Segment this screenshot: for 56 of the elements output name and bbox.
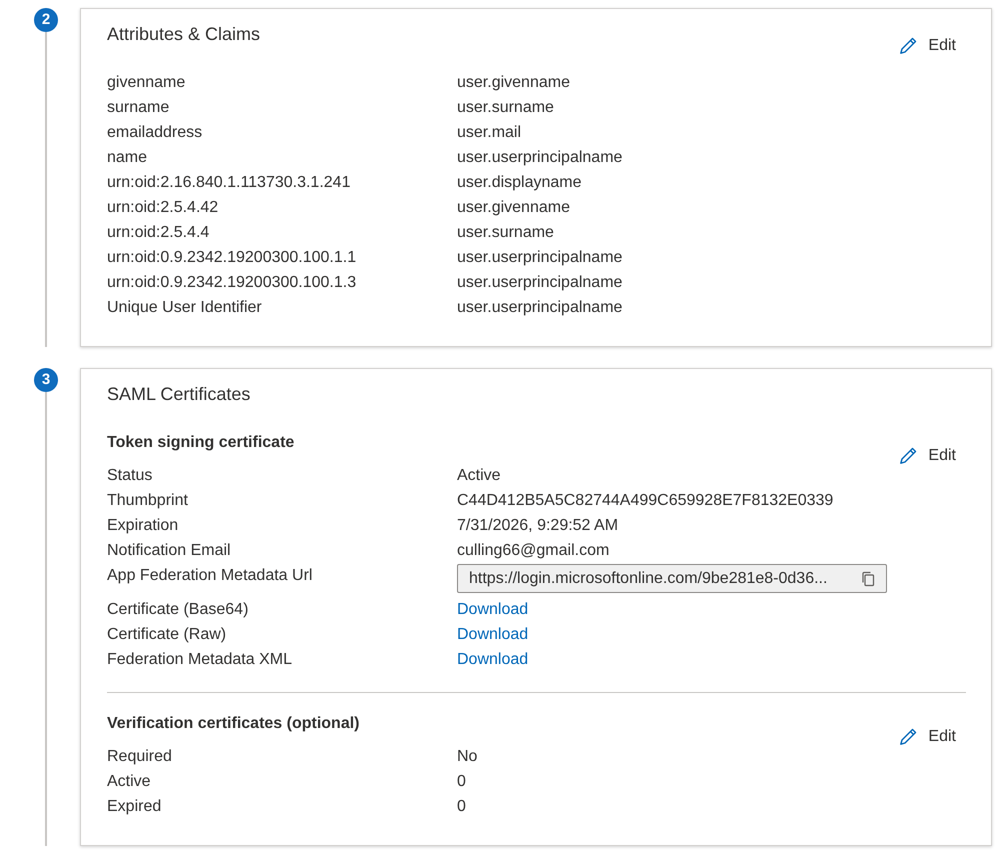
field-value: user.surname <box>457 98 554 118</box>
field-value: user.displayname <box>457 173 582 193</box>
copy-icon[interactable] <box>861 570 875 586</box>
download-link[interactable]: Download <box>457 597 528 622</box>
url-field[interactable]: https://login.microsoftonline.com/9be281e8-0d36... <box>457 564 887 593</box>
field-label: surname <box>107 98 170 118</box>
field-label: givenname <box>107 73 186 93</box>
field-label: urn:oid:2.16.840.1.113730.3.1.241 <box>107 173 352 193</box>
field-label: urn:oid:0.9.2342.19200300.100.1.3 <box>107 273 358 293</box>
edit-button[interactable]: Edit <box>898 444 956 468</box>
field-value: user.mail <box>457 123 522 143</box>
field-value: 0 <box>457 772 466 792</box>
field-value: user.givenname <box>457 198 570 218</box>
field-label: Certificate (Base64) <box>107 600 250 620</box>
field-value: user.surname <box>457 223 554 243</box>
field-value: 7/31/2026, 9:29:52 AM <box>457 516 618 536</box>
section-title: Attributes & Claims <box>107 23 260 46</box>
field-value: No <box>457 747 478 767</box>
field-label: Notification Email <box>107 541 232 561</box>
field-value: user.userprincipalname <box>457 273 622 293</box>
group-heading: Token signing certificate <box>107 433 294 453</box>
field-label: name <box>107 148 148 168</box>
field-label: emailaddress <box>107 123 204 143</box>
field-label: Expiration <box>107 516 180 536</box>
download-link[interactable]: Download <box>457 647 528 672</box>
field-value: C44D412B5A5C82744A499C659928E7F8132E0339 <box>457 491 834 511</box>
field-value: user.userprincipalname <box>457 298 622 318</box>
group-heading: Verification certificates (optional) <box>107 714 360 734</box>
field-label: Status <box>107 466 154 486</box>
field-label: Thumbprint <box>107 491 189 511</box>
field-value: culling66@gmail.com <box>457 541 610 561</box>
field-label: Active <box>107 772 152 792</box>
url-text: https://login.microsoftonline.com/9be281e8-0d36... <box>469 568 828 588</box>
field-label: Certificate (Raw) <box>107 625 228 645</box>
step-number: 2 <box>34 8 58 32</box>
field-label: urn:oid:2.5.4.4 <box>107 223 210 243</box>
field-label: Federation Metadata XML <box>107 650 293 670</box>
edit-button[interactable]: Edit <box>898 34 956 58</box>
field-label: urn:oid:2.5.4.42 <box>107 198 220 218</box>
field-value: user.givenname <box>457 73 570 93</box>
edit-button[interactable]: Edit <box>898 725 956 749</box>
pencil-icon <box>898 727 918 747</box>
field-label: Unique User Identifier <box>107 298 263 318</box>
download-link[interactable]: Download <box>457 622 528 647</box>
field-value: Active <box>457 466 501 486</box>
field-label: urn:oid:0.9.2342.19200300.100.1.1 <box>107 248 358 268</box>
pencil-icon <box>898 446 918 466</box>
field-value: 0 <box>457 797 466 817</box>
field-value: user.userprincipalname <box>457 148 622 168</box>
field-label: Expired <box>107 797 162 817</box>
field-value: user.userprincipalname <box>457 248 622 268</box>
section-title: SAML Certificates <box>107 383 250 406</box>
field-label: App Federation Metadata Url <box>107 566 314 586</box>
step-number: 3 <box>34 368 58 392</box>
field-label: Required <box>107 747 173 767</box>
pencil-icon <box>898 36 918 56</box>
